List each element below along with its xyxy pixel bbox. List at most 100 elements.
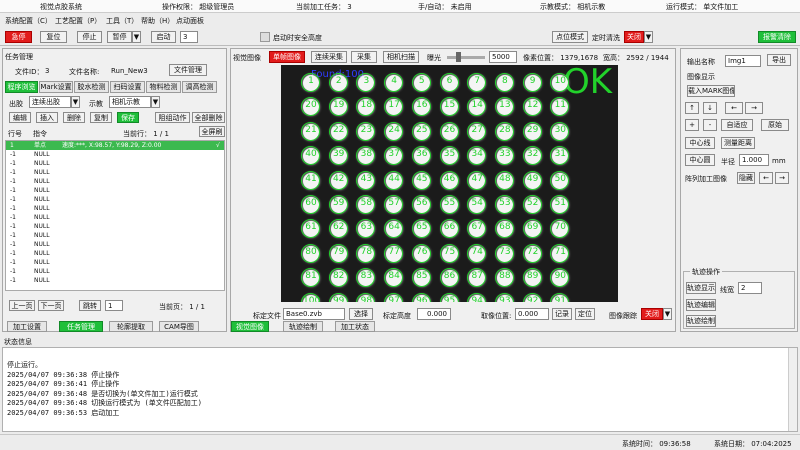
menu-help[interactable]: 帮助（H） <box>141 16 174 26</box>
pause-dropdown[interactable]: ▼ <box>132 31 141 43</box>
insert-button[interactable]: 插入 <box>36 112 58 123</box>
exposure-value-field[interactable]: 5000 <box>489 51 517 63</box>
table-row[interactable]: -1 NULL <box>6 168 224 177</box>
menu-system[interactable]: 系统配置（C） <box>5 16 52 26</box>
arrow-down-button[interactable]: ↓ <box>703 102 717 114</box>
original-size-button[interactable]: 原始 <box>761 119 789 131</box>
table-row[interactable]: -1 NULL <box>6 186 224 195</box>
tab-mark-settings[interactable]: Mark设置 <box>39 81 73 93</box>
stop-button[interactable]: 停止 <box>77 31 102 43</box>
tab-trace-draw[interactable]: 轨迹绘制 <box>283 321 323 332</box>
arrow-right-button[interactable]: → <box>745 102 763 114</box>
table-row[interactable]: -1 NULL <box>6 204 224 213</box>
save-button[interactable]: 保存 <box>117 112 139 123</box>
tab-glue-detect[interactable]: 胶水检测 <box>74 81 109 93</box>
camera-scan-button[interactable]: 相机扫描 <box>383 51 419 63</box>
start-count-field[interactable]: 3 <box>180 31 198 43</box>
teach-dropdown[interactable]: ▼ <box>151 96 160 108</box>
continuous-capture-button[interactable]: 连续采集 <box>311 51 347 63</box>
measure-distance-button[interactable]: 测量距离 <box>721 137 755 149</box>
table-row[interactable]: -1 NULL <box>6 249 224 258</box>
line-width-field[interactable]: 2 <box>738 282 762 294</box>
teach-select[interactable]: 相机示教 <box>109 96 151 108</box>
menu-process[interactable]: 工艺配置（P） <box>55 16 101 26</box>
jump-page-field[interactable]: 1 <box>105 300 123 311</box>
pause-button[interactable]: 暂停 <box>107 31 132 43</box>
delete-button[interactable]: 删除 <box>63 112 85 123</box>
glue-mode-select[interactable]: 连续出胶 <box>29 96 71 108</box>
tab-process-status[interactable]: 加工状态 <box>335 321 375 332</box>
load-mark-button[interactable]: 载入MARK图像 <box>687 85 735 97</box>
std-file-field[interactable]: Base0.zvb <box>283 308 345 320</box>
table-row[interactable]: -1 NULL <box>6 276 224 285</box>
table-row[interactable]: -1 NULL <box>6 213 224 222</box>
next-page-button[interactable]: 下一页 <box>38 300 64 311</box>
hide-button[interactable]: 隐藏 <box>737 172 755 184</box>
menu-tools[interactable]: 工具（T） <box>106 16 138 26</box>
locate-button[interactable]: 定位 <box>575 308 595 320</box>
array-prev-button[interactable]: ← <box>759 172 773 184</box>
delete-all-button[interactable]: 全部删除 <box>192 112 225 123</box>
trace-dropdown[interactable]: ▼ <box>663 308 672 320</box>
trace-draw-button[interactable]: 轨迹绘制 <box>686 315 716 327</box>
trace-edit-button[interactable]: 轨迹编辑 <box>686 299 716 311</box>
alarm-clear-button[interactable]: 报警清除 <box>758 31 796 43</box>
exposure-slider-track[interactable] <box>447 56 485 59</box>
trace-state[interactable]: 关闭 <box>641 308 663 320</box>
std-height-field[interactable]: 0.000 <box>417 308 451 320</box>
table-row[interactable]: -1 NULL <box>6 267 224 276</box>
capture-button[interactable]: 采集 <box>351 51 377 63</box>
tab-cam-import[interactable]: CAM导图 <box>159 321 199 332</box>
fit-button[interactable]: 自适应 <box>721 119 753 131</box>
glue-mode-dropdown[interactable]: ▼ <box>71 96 80 108</box>
reset-button[interactable]: 复位 <box>40 31 67 43</box>
tab-contour-extract[interactable]: 轮廓提取 <box>109 321 153 332</box>
menu-jog-panel[interactable]: 点动面板 <box>176 16 204 26</box>
tab-material-detect[interactable]: 物料检测 <box>146 81 181 93</box>
table-row[interactable]: 1 单点 速度:***, X:98.57, Y:98.29, Z:0.00 √ <box>6 141 224 150</box>
edit-button[interactable]: 编辑 <box>9 112 31 123</box>
log-scrollbar[interactable] <box>788 348 797 431</box>
exposure-slider-handle[interactable] <box>456 52 461 62</box>
tab-task-manage[interactable]: 任务管理 <box>59 321 103 332</box>
center-line-button[interactable]: 中心线 <box>685 137 715 149</box>
radius-field[interactable]: 1.000 <box>739 154 769 166</box>
arrow-left-button[interactable]: ← <box>725 102 743 114</box>
center-circle-button[interactable]: 中心圆 <box>685 154 715 166</box>
tab-process-settings[interactable]: 加工设置 <box>7 321 47 332</box>
tab-program-browse[interactable]: 程序浏览 <box>5 81 38 93</box>
prev-page-button[interactable]: 上一页 <box>9 300 35 311</box>
table-row[interactable]: -1 NULL <box>6 150 224 159</box>
group-action-button[interactable]: 阻组动作 <box>155 112 190 123</box>
tab-scan-settings[interactable]: 扫码设置 <box>110 81 145 93</box>
jog-mode-button[interactable]: 点位模式 <box>552 31 588 43</box>
table-row[interactable]: -1 NULL <box>6 240 224 249</box>
table-row[interactable]: -1 NULL <box>6 222 224 231</box>
table-row[interactable]: -1 NULL <box>6 195 224 204</box>
timed-clean-state[interactable]: 关闭 <box>624 31 644 43</box>
arrow-up-button[interactable]: ↑ <box>685 102 699 114</box>
output-name-field[interactable]: Img1 <box>725 55 761 67</box>
copy-button[interactable]: 复制 <box>90 112 112 123</box>
file-manage-button[interactable]: 文件管理 <box>169 64 207 76</box>
timed-clean-dropdown[interactable]: ▼ <box>644 31 653 43</box>
table-row[interactable]: -1 NULL <box>6 159 224 168</box>
jump-button[interactable]: 跳转 <box>79 300 101 311</box>
pick-height-field[interactable]: 0.000 <box>515 308 549 320</box>
trace-show-button[interactable]: 轨迹显示 <box>686 282 716 294</box>
estop-button[interactable]: 急停 <box>5 31 32 43</box>
single-frame-button[interactable]: 单帧图像 <box>269 51 305 63</box>
fill-all-button[interactable]: 全屏刷 <box>199 126 225 137</box>
record-button[interactable]: 记录 <box>552 308 572 320</box>
table-row[interactable]: -1 NULL <box>6 258 224 267</box>
zoom-out-button[interactable]: - <box>703 119 717 131</box>
tab-height-detect[interactable]: 调高检测 <box>182 81 217 93</box>
zoom-in-button[interactable]: + <box>685 119 699 131</box>
camera-image[interactable]: Found:100 OK 123456789102019181716151413… <box>281 65 618 302</box>
export-button[interactable]: 导出 <box>767 54 791 66</box>
tab-vision-image[interactable]: 视觉图像 <box>231 321 269 332</box>
safety-height-checkbox[interactable] <box>260 32 270 42</box>
table-row[interactable]: -1 NULL <box>6 177 224 186</box>
array-next-button[interactable]: → <box>775 172 789 184</box>
select-file-button[interactable]: 选择 <box>349 308 373 320</box>
